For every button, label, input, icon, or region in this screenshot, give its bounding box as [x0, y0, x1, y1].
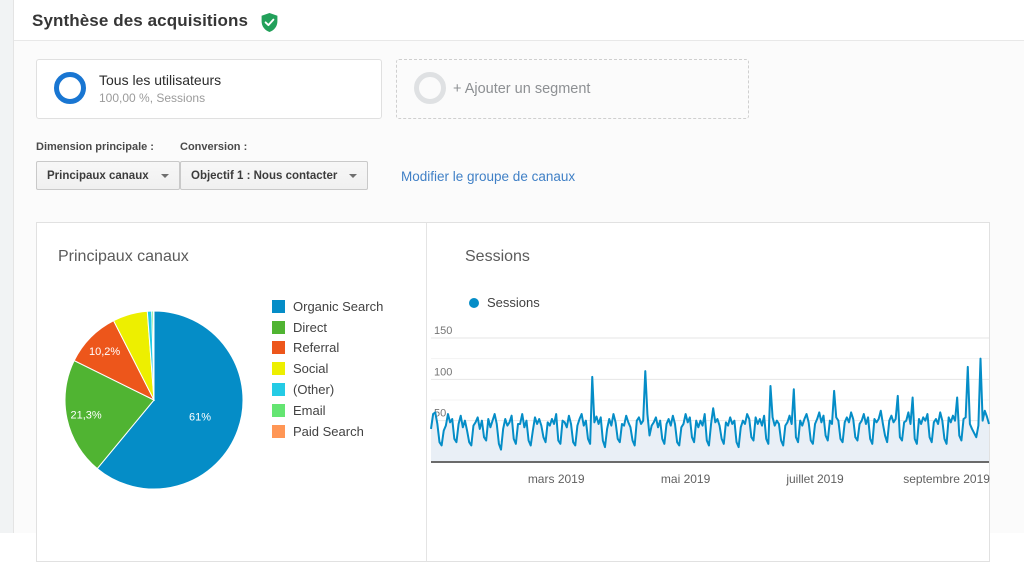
legend-label: Email [293, 403, 326, 418]
sessions-line-chart[interactable]: 50100150mars 2019mai 2019juillet 2019sep… [431, 326, 993, 501]
legend-swatch-icon [272, 341, 285, 354]
edit-channel-group-link[interactable]: Modifier le groupe de canaux [401, 169, 575, 184]
pie-slice-paid-search[interactable] [153, 311, 154, 400]
pie-slice-label: 10,2% [89, 346, 120, 358]
legend-swatch-icon [272, 425, 285, 438]
conversion-value: Objectif 1 : Nous contacter [191, 170, 337, 182]
legend-swatch-icon [272, 383, 285, 396]
y-axis-tick-label: 100 [434, 366, 452, 378]
legend-label: Direct [293, 320, 327, 335]
legend-item-email: Email [272, 400, 383, 421]
legend-label: (Other) [293, 382, 334, 397]
legend-swatch-icon [272, 321, 285, 334]
y-axis-tick-label: 150 [434, 325, 452, 337]
add-segment-label: + Ajouter un segment [453, 81, 590, 97]
legend-item-paid-search: Paid Search [272, 421, 383, 442]
segment-card-all-users[interactable]: Tous les utilisateurs 100,00 %, Sessions [36, 59, 382, 119]
segment-ring-icon-gray [414, 72, 446, 104]
segment-ring-icon [54, 72, 86, 104]
page-container: Synthèse des acquisitions Tous les utili… [0, 0, 1024, 533]
segment-name: Tous les utilisateurs [99, 72, 221, 88]
legend-swatch-icon [272, 300, 285, 313]
legend-item-organic-search: Organic Search [272, 296, 383, 317]
pie-legend: Organic Search Direct Referral Social (Other… [272, 296, 383, 442]
sessions-legend: Sessions [469, 295, 540, 310]
verified-shield-icon[interactable] [261, 13, 278, 32]
add-segment-button[interactable]: + Ajouter un segment [396, 59, 749, 119]
sessions-legend-dot-icon [469, 298, 479, 308]
x-axis-month-label: juillet 2019 [785, 472, 844, 486]
sessions-panel-title: Sessions [465, 248, 530, 266]
acquisition-overview-card: Principaux canaux 61% 21,3% 10,2% Organic … [36, 222, 990, 562]
chevron-down-icon [161, 174, 169, 178]
segment-detail: 100,00 %, Sessions [99, 91, 205, 105]
pie-panel-title: Principaux canaux [58, 248, 189, 266]
x-axis-month-label: mai 2019 [661, 472, 711, 486]
pie-slice-label: 21,3% [71, 410, 102, 422]
legend-item-social: Social [272, 358, 383, 379]
legend-label: Referral [293, 340, 339, 355]
x-axis-month-label: mars 2019 [528, 472, 585, 486]
legend-item-referral: Referral [272, 338, 383, 359]
page-title: Synthèse des acquisitions [32, 11, 248, 31]
legend-item-direct: Direct [272, 317, 383, 338]
left-rail [0, 0, 14, 533]
header-bar: Synthèse des acquisitions [14, 0, 1024, 41]
legend-item-other: (Other) [272, 379, 383, 400]
conversion-dropdown[interactable]: Objectif 1 : Nous contacter [180, 161, 368, 190]
conversion-label: Conversion : [180, 141, 247, 153]
legend-swatch-icon [272, 404, 285, 417]
x-axis-month-label: septembre 2019 [903, 472, 990, 486]
primary-dimension-label: Dimension principale : [36, 141, 154, 153]
legend-label: Social [293, 361, 328, 376]
chevron-down-icon [349, 174, 357, 178]
legend-swatch-icon [272, 362, 285, 375]
legend-label: Organic Search [293, 299, 383, 314]
legend-label: Paid Search [293, 424, 364, 439]
primary-dimension-value: Principaux canaux [47, 170, 149, 182]
primary-dimension-dropdown[interactable]: Principaux canaux [36, 161, 180, 190]
pie-slice-label: 61% [189, 412, 211, 424]
sessions-legend-label: Sessions [487, 295, 540, 310]
panel-divider [426, 223, 427, 561]
channels-pie-chart[interactable]: 61% 21,3% 10,2% [64, 310, 244, 490]
